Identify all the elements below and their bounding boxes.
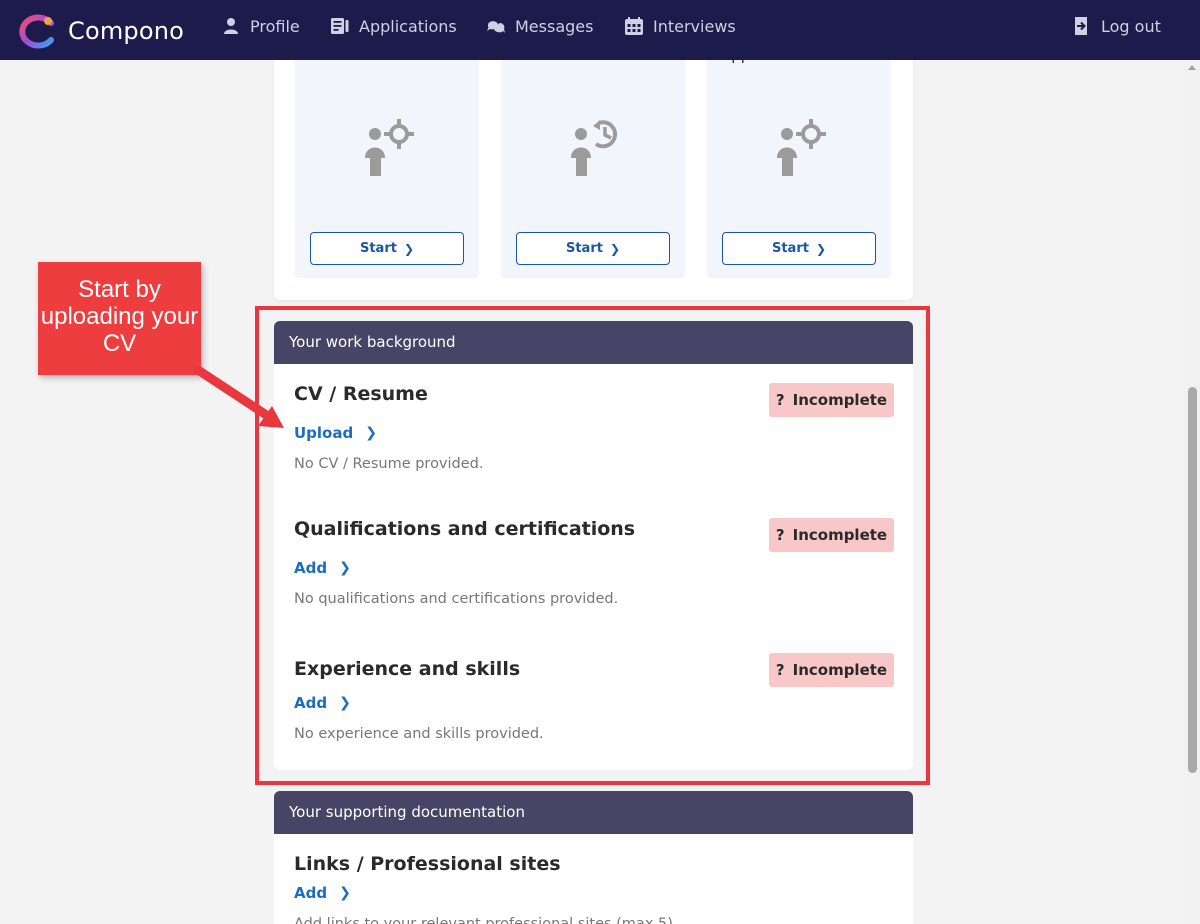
status-badge: ? Incomplete xyxy=(769,383,894,417)
add-links-link[interactable]: Add ❯ xyxy=(294,884,351,902)
person-clock-icon xyxy=(571,120,618,176)
assessment-card: work environment Start ❯ xyxy=(295,40,479,278)
question-mark-icon: ? xyxy=(775,391,785,409)
assessment-cards-container: work environment Start ❯ duties Start ❯ xyxy=(274,40,913,300)
chevron-right-icon: ❯ xyxy=(339,560,351,576)
calendar-icon xyxy=(625,17,643,35)
scrollbar-thumb[interactable] xyxy=(1188,387,1197,773)
chevron-right-icon: ❯ xyxy=(609,241,621,256)
links-section: Links / Professional sites Add ❯ Add lin… xyxy=(294,853,894,924)
panel-header: Your work background xyxy=(274,321,913,364)
user-icon xyxy=(224,18,238,34)
upload-cv-link[interactable]: Upload ❯ xyxy=(294,424,377,442)
nav-profile[interactable]: Profile xyxy=(221,16,300,36)
compono-logo-icon xyxy=(19,14,54,49)
nav-applications[interactable]: Applications xyxy=(330,16,457,36)
section-description: No CV / Resume provided. xyxy=(294,456,484,472)
start-button[interactable]: Start ❯ xyxy=(722,232,876,265)
upload-link-label: Upload xyxy=(294,424,354,442)
add-link-label: Add xyxy=(294,559,328,577)
nav-messages-label: Messages xyxy=(515,16,594,36)
status-badge: ? Incomplete xyxy=(769,518,894,552)
nav-applications-label: Applications xyxy=(359,16,457,36)
scroll-up-arrow-icon[interactable] xyxy=(1188,65,1196,70)
chevron-right-icon: ❯ xyxy=(403,241,415,256)
logout-button[interactable]: Log out xyxy=(1072,16,1161,36)
start-button-label: Start xyxy=(565,241,603,256)
add-link-label: Add xyxy=(294,694,328,712)
start-button-label: Start xyxy=(359,241,397,256)
add-qualifications-link[interactable]: Add ❯ xyxy=(294,559,351,577)
person-target-icon xyxy=(777,119,826,176)
status-badge-label: Incomplete xyxy=(792,391,888,409)
section-description: No qualifications and certifications pro… xyxy=(294,591,619,607)
person-target-icon xyxy=(365,119,414,176)
nav-messages[interactable]: Messages xyxy=(486,16,593,36)
cv-resume-section: CV / Resume ? Incomplete Upload ❯ No CV … xyxy=(294,383,894,493)
brand-name: Compono xyxy=(68,17,185,45)
section-title: Links / Professional sites xyxy=(294,853,561,875)
start-button-label: Start xyxy=(771,241,809,256)
start-button[interactable]: Start ❯ xyxy=(310,232,464,265)
experience-skills-section: Experience and skills ? Incomplete Add ❯… xyxy=(294,653,894,763)
status-badge-label: Incomplete xyxy=(792,661,888,679)
add-experience-link[interactable]: Add ❯ xyxy=(294,694,351,712)
question-mark-icon: ? xyxy=(775,661,785,679)
assessment-card: approach to work Start ❯ xyxy=(707,40,891,278)
panel-header: Your supporting documentation xyxy=(274,791,913,834)
brand-logo[interactable]: Compono xyxy=(15,13,184,49)
top-navigation: Compono Profile Applications Messages In… xyxy=(0,0,1200,60)
chevron-right-icon: ❯ xyxy=(365,425,377,441)
nav-profile-label: Profile xyxy=(250,16,300,36)
section-description: Add links to your relevant professional … xyxy=(294,916,673,924)
chat-bubbles-icon xyxy=(487,21,505,33)
work-background-panel: Your work background CV / Resume ? Incom… xyxy=(274,321,913,770)
add-link-label: Add xyxy=(294,884,328,902)
page-scrollbar[interactable] xyxy=(1184,60,1200,924)
supporting-documentation-panel: Your supporting documentation Links / Pr… xyxy=(274,791,913,924)
logout-label: Log out xyxy=(1101,16,1161,36)
qualifications-section: Qualifications and certifications ? Inco… xyxy=(294,518,894,628)
callout-annotation: Start by uploading your CV xyxy=(38,262,201,375)
status-badge-label: Incomplete xyxy=(792,526,888,544)
nav-interviews-label: Interviews xyxy=(653,16,736,36)
logout-icon xyxy=(1075,17,1087,35)
section-description: No experience and skills provided. xyxy=(294,726,544,742)
nav-interviews[interactable]: Interviews xyxy=(624,16,736,36)
chevron-right-icon: ❯ xyxy=(339,695,351,711)
assessment-card: duties Start ❯ xyxy=(501,40,685,278)
question-mark-icon: ? xyxy=(775,526,785,544)
chevron-right-icon: ❯ xyxy=(339,885,351,901)
document-list-icon xyxy=(331,18,349,34)
start-button[interactable]: Start ❯ xyxy=(516,232,670,265)
status-badge: ? Incomplete xyxy=(769,653,894,687)
chevron-right-icon: ❯ xyxy=(815,241,827,256)
